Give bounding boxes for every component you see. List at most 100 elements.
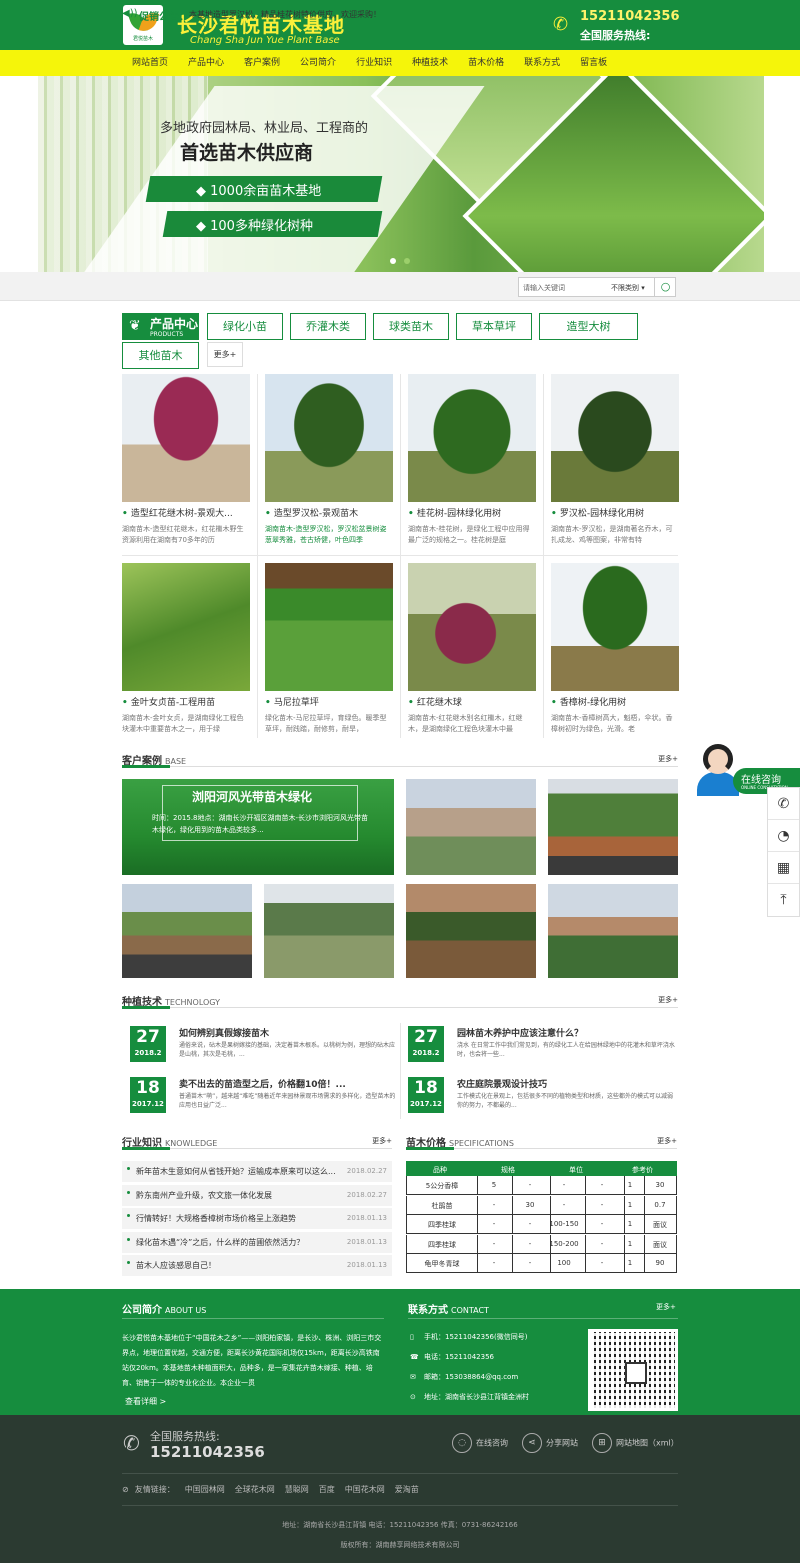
- product-category-tab[interactable]: 造型大树: [539, 313, 638, 340]
- product-bullet: •: [408, 509, 417, 519]
- knowledge-title[interactable]: 行情转好！大规格香樟树市场价格呈上涨趋势: [136, 1213, 354, 1224]
- product-image[interactable]: [551, 563, 679, 691]
- product-card[interactable]: • 金叶女贞苗-工程用苗湖南苗木-金叶女贞，是湖南绿化工程色块灌木中重要苗木之一…: [122, 563, 250, 735]
- tech-article[interactable]: 18 2017.12 农庄庭院景观设计技巧 工作模式化在景观上，包括很多不同的植物类型…: [408, 1077, 678, 1117]
- case-image-loading[interactable]: [122, 884, 252, 978]
- knowledge-list-item[interactable]: 行情转好！大规格香樟树市场价格呈上涨趋势 2018.01.13: [122, 1208, 392, 1229]
- side-qr-button[interactable]: ▦: [768, 852, 799, 884]
- product-category-tab[interactable]: 乔灌木类: [290, 313, 366, 340]
- featured-case[interactable]: 浏阳河风光带苗木绿化 时间：2015.8地点：湖南长沙开福区湖南苗木-长沙市浏阳…: [122, 779, 394, 875]
- nav-item[interactable]: 产品中心: [178, 50, 234, 76]
- product-image[interactable]: [408, 374, 536, 502]
- product-category-tab[interactable]: 球类苗木: [373, 313, 449, 340]
- banner-dot-2[interactable]: [404, 258, 410, 264]
- article-title[interactable]: 园林苗木养护中应该注意什么？: [457, 1026, 583, 1039]
- product-image[interactable]: [265, 563, 393, 691]
- product-image[interactable]: [551, 374, 679, 502]
- tech-article[interactable]: 27 2018.2 如何辨别真假嫁接苗木 通俗来说，砧木是果树嫁接的基础，决定着苗木根…: [130, 1026, 400, 1066]
- product-image[interactable]: [408, 563, 536, 691]
- product-category-tab[interactable]: 绿化小苗: [207, 313, 283, 340]
- price-cell: -: [528, 1239, 532, 1248]
- side-qq-button[interactable]: ◔: [768, 820, 799, 852]
- nav-item[interactable]: 联系方式: [514, 50, 570, 76]
- product-card[interactable]: • 造型罗汉松-景观苗木 湖南苗木-造型罗汉松，罗汉松盆景树姿葱翠秀雅，苍古矫健，…: [265, 374, 393, 546]
- case-image-planting[interactable]: [406, 884, 536, 978]
- notice-text[interactable]: 本基地造型罗汉松、精品桂花树特价供应，欢迎采购！: [189, 9, 381, 20]
- friend-link[interactable]: 中国园林网: [185, 1485, 225, 1494]
- product-title[interactable]: • 金叶女贞苗-工程用苗: [122, 695, 250, 708]
- friend-link[interactable]: 全球花木网: [235, 1485, 275, 1494]
- footer-link-sitemap[interactable]: ⊞ 网站地图（xml）: [592, 1433, 679, 1453]
- product-image[interactable]: [265, 374, 393, 502]
- friend-link[interactable]: 爱淘苗: [395, 1485, 419, 1494]
- footer-link-share[interactable]: ⋖ 分享网站: [522, 1433, 578, 1453]
- product-card[interactable]: • 罗汉松-园林绿化用树 湖南苗木-罗汉松，是湖南著名乔木，可扎成龙、鸡等图案，非…: [551, 374, 679, 546]
- nav-item[interactable]: 苗木价格: [458, 50, 514, 76]
- nav-item[interactable]: 留言板: [570, 50, 617, 76]
- product-card[interactable]: • 红花继木球 湖南苗木-红花继木别名红檵木，红继木，是湖南绿化工程色块灌木中最: [408, 563, 536, 735]
- tech-article[interactable]: 27 2018.2 园林苗木养护中应该注意什么？ 浇水 在日常工作中我们常见到，有的绿…: [408, 1026, 678, 1066]
- about-more-link[interactable]: 查看详细 >: [125, 1396, 166, 1407]
- prices-heading: 苗木价格 SPECIFICATIONS 更多+: [406, 1134, 677, 1150]
- avatar-head: [703, 744, 733, 774]
- price-cell: 1: [627, 1200, 633, 1209]
- product-title[interactable]: • 香樟树-绿化用树: [551, 695, 679, 708]
- prices-more-link[interactable]: 更多+: [657, 1136, 677, 1146]
- case-image-courtyard[interactable]: [264, 884, 394, 978]
- case-image-road[interactable]: [406, 779, 536, 875]
- knowledge-title[interactable]: 绿化苗木遇“冷”之后，什么样的苗圃依然活力？: [136, 1237, 354, 1248]
- knowledge-title[interactable]: 苗木人应该感恩自己！: [136, 1260, 354, 1271]
- knowledge-title[interactable]: 新年苗木生意如何从省钱开始？运输成本原来可以这么...: [136, 1166, 354, 1177]
- product-desc: 湖南苗木-金叶女贞，是湖南绿化工程色块灌木中重要苗木之一，用于绿: [122, 714, 244, 733]
- search-button[interactable]: ○: [654, 277, 676, 297]
- nav-item[interactable]: 种植技术: [402, 50, 458, 76]
- products-more-link[interactable]: 更多+: [207, 342, 243, 367]
- product-title[interactable]: • 造型罗汉松-景观苗木: [265, 506, 393, 519]
- price-cell: -: [562, 1200, 566, 1209]
- knowledge-list-item[interactable]: 黔东南州产业升级，农文旅一体化发展 2018.02.27: [122, 1184, 392, 1206]
- friend-link[interactable]: 百度: [319, 1485, 335, 1494]
- product-title[interactable]: • 马尼拉草坪: [265, 695, 393, 708]
- tech-more-link[interactable]: 更多+: [658, 995, 678, 1005]
- article-title[interactable]: 如何辨别真假嫁接苗木: [179, 1026, 269, 1039]
- article-title[interactable]: 农庄庭院景观设计技巧: [457, 1077, 547, 1090]
- category-select[interactable]: 不限类别 ▾: [611, 283, 645, 293]
- article-year-month: 2017.12: [410, 1100, 442, 1108]
- contact-more-link[interactable]: 更多+: [656, 1302, 676, 1312]
- nav-item[interactable]: 公司简介: [290, 50, 346, 76]
- knowledge-title[interactable]: 黔东南州产业升级，农文旅一体化发展: [136, 1190, 354, 1201]
- article-title[interactable]: 卖不出去的苗造型之后，价格翻10倍！...: [179, 1077, 346, 1090]
- banner-dot-1[interactable]: [390, 258, 396, 264]
- friend-link[interactable]: 中国花木网: [345, 1485, 385, 1494]
- case-image-buildings[interactable]: [548, 884, 678, 978]
- nav-item[interactable]: 客户案例: [234, 50, 290, 76]
- product-card[interactable]: • 香樟树-绿化用树 湖南苗木-香樟树高大，魁梧，伞状。香樟树初时为绿色，光滑。老: [551, 563, 679, 735]
- product-title[interactable]: • 造型红花继木树-景观大...: [122, 506, 250, 519]
- product-image[interactable]: [122, 563, 250, 691]
- hero-banner[interactable]: [38, 76, 764, 272]
- knowledge-list-item[interactable]: 新年苗木生意如何从省钱开始？运输成本原来可以这么... 2018.02.27: [122, 1161, 392, 1182]
- cell-divider: [512, 1254, 513, 1272]
- tech-article[interactable]: 18 2017.12 卖不出去的苗造型之后，价格翻10倍！... 普通苗木“萌”，越来…: [130, 1077, 400, 1117]
- product-card[interactable]: • 造型红花继木树-景观大... 湖南苗木-造型红花继木，红花檵木野生资源利用在湖…: [122, 374, 250, 546]
- product-category-tab[interactable]: 其他苗木: [122, 342, 199, 369]
- product-image[interactable]: [122, 374, 250, 502]
- cases-more-link[interactable]: 更多+: [658, 754, 678, 764]
- product-category-tab[interactable]: 草本草坪: [456, 313, 532, 340]
- product-title[interactable]: • 红花继木球: [408, 695, 536, 708]
- side-phone-button[interactable]: ✆: [768, 788, 799, 820]
- side-top-button[interactable]: ⤒: [768, 884, 799, 916]
- friend-link[interactable]: 慧聪网: [285, 1485, 309, 1494]
- product-card[interactable]: • 桂花树-园林绿化用树 湖南苗木-桂花树，是绿化工程中应用得最广泛的规格之一。桂…: [408, 374, 536, 546]
- knowledge-more-link[interactable]: 更多+: [372, 1136, 392, 1146]
- search-input[interactable]: 请输入关键词: [523, 283, 565, 293]
- nav-item[interactable]: 行业知识: [346, 50, 402, 76]
- product-title[interactable]: • 罗汉松-园林绿化用树: [551, 506, 679, 519]
- nav-item[interactable]: 网站首页: [122, 50, 178, 76]
- case-image-truck[interactable]: [548, 779, 678, 875]
- knowledge-list-item[interactable]: 绿化苗木遇“冷”之后，什么样的苗圃依然活力？ 2018.01.13: [122, 1231, 392, 1253]
- product-title[interactable]: • 桂花树-园林绿化用树: [408, 506, 536, 519]
- product-card[interactable]: • 马尼拉草坪 绿化苗木-马尼拉草坪，育绿色。暖季型草坪，耐践踏，耐修剪，耐旱，: [265, 563, 393, 735]
- knowledge-list-item[interactable]: 苗木人应该感恩自己！ 2018.01.13: [122, 1255, 392, 1276]
- footer-link-consult[interactable]: ◌ 在线咨询: [452, 1433, 508, 1453]
